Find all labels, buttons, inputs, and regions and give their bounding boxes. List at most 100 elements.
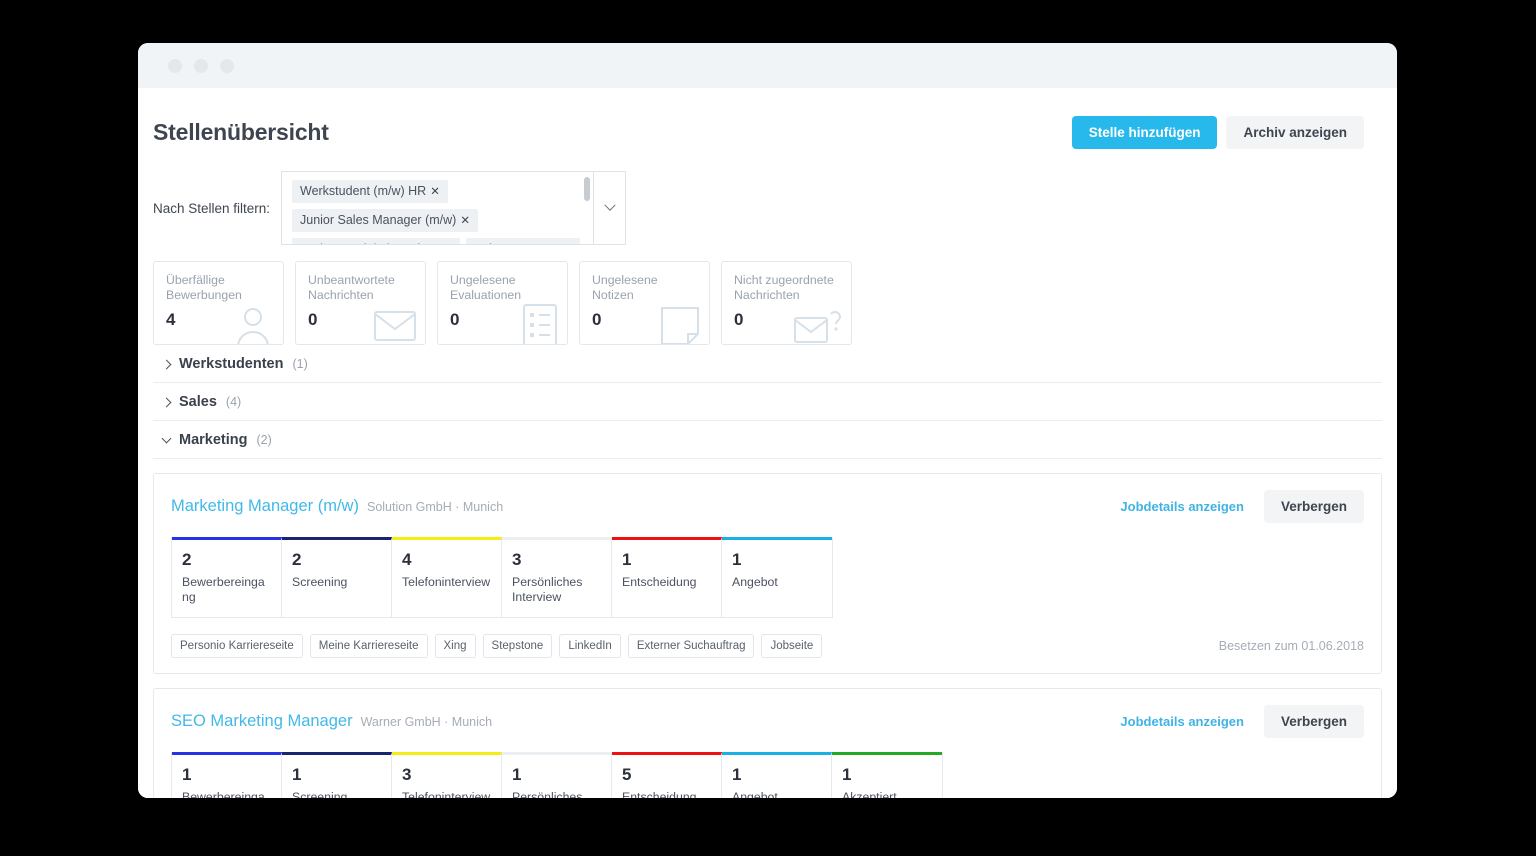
filter-dropdown-toggle[interactable] [594, 171, 626, 245]
job-card: SEO Marketing Manager Warner GmbH · Munic… [153, 688, 1382, 798]
collapse-job-button[interactable]: Verbergen [1263, 705, 1364, 738]
pipeline-stage-name: Akzeptiert [842, 790, 897, 798]
group-header-sales[interactable]: Sales (4) [153, 383, 1382, 421]
job-card: Marketing Manager (m/w) Solution GmbH · M… [153, 473, 1382, 674]
envelope-question-icon [793, 305, 843, 344]
filter-token-container[interactable]: Werkstudent (m/w) HR ✕ Junior Sales Manag… [281, 171, 594, 245]
job-title-link[interactable]: SEO Marketing Manager [171, 712, 353, 731]
stat-card-value: 0 [734, 310, 744, 329]
pipeline-stage[interactable]: 3 Telefoninterview [392, 752, 502, 798]
job-title-wrap: Marketing Manager (m/w) Solution GmbH · M… [171, 497, 503, 516]
pipeline-stage-count: 1 [292, 765, 302, 784]
chevron-right-icon [161, 359, 172, 369]
pipeline-stage-name: Telefoninterview [402, 575, 491, 589]
group-header-marketing[interactable]: Marketing (2) [153, 421, 1382, 459]
filter-scrollbar-thumb[interactable] [584, 177, 590, 201]
pipeline-stage[interactable]: 1 Angebot [722, 752, 832, 798]
pipeline-stage-name: Angebot [732, 575, 778, 589]
stat-card[interactable]: Nicht zugeordnete Nachrichten 0 [721, 261, 852, 345]
pipeline-stage-name: Entscheidung [622, 790, 697, 798]
job-details-link[interactable]: Jobdetails anzeigen [1120, 714, 1244, 729]
filter-token[interactable]: Junior Vertriebsingenieur ✕ [292, 238, 460, 245]
pipeline-stage-count: 4 [402, 550, 412, 569]
pipeline-stage-count: 1 [182, 765, 192, 784]
pipeline-stage-count: 2 [292, 550, 302, 569]
job-company-location: Warner GmbH · Munich [360, 715, 493, 729]
source-tag[interactable]: Stepstone [482, 634, 553, 658]
pipeline-stage[interactable]: 1 Entscheidung [612, 537, 722, 617]
user-icon [231, 303, 275, 344]
close-dot[interactable] [168, 58, 182, 73]
fill-date: Besetzen zum 01.06.2018 [1218, 639, 1364, 653]
filter-control[interactable]: Werkstudent (m/w) HR ✕ Junior Sales Manag… [281, 171, 626, 245]
source-tag[interactable]: Personio Karriereseite [171, 634, 303, 658]
pipeline-stage[interactable]: 3 Persönliches Interview [502, 537, 612, 617]
stat-card-value: 4 [166, 310, 176, 329]
page-title: Stellenübersicht [153, 119, 329, 145]
pipeline-stage-count: 1 [512, 765, 522, 784]
stat-card[interactable]: Überfällige Bewerbungen 4 [153, 261, 284, 345]
remove-token-icon[interactable]: ✕ [460, 215, 470, 227]
stat-card[interactable]: Ungelesene Notizen 0 [579, 261, 710, 345]
group-name: Sales [179, 394, 217, 410]
job-card-footer: Personio Karriereseite Meine Karriereseit… [171, 618, 1364, 673]
stat-card-value: 0 [450, 310, 460, 329]
maximize-dot[interactable] [220, 58, 234, 73]
pipeline-stage-name: Telefoninterview [402, 790, 491, 798]
token-row-clipped: Junior Vertriebsingenieur ✕ Sales Manager… [292, 238, 583, 245]
filter-token-label: Junior Sales Manager (m/w) [300, 213, 457, 227]
remove-token-icon[interactable]: ✕ [430, 186, 440, 198]
group-name: Marketing [179, 432, 248, 448]
pipeline-stage[interactable]: 2 Bewerbereingang [172, 537, 282, 617]
job-group-list: Werkstudenten (1) Sales (4) Marketing (2) Mark… [153, 345, 1382, 798]
source-tag[interactable]: Xing [434, 634, 476, 658]
job-company-location: Solution GmbH · Munich [366, 500, 504, 514]
pipeline-stage[interactable]: 2 Screening [282, 537, 392, 617]
job-title-link[interactable]: Marketing Manager (m/w) [171, 497, 359, 516]
pipeline-stage-count: 1 [622, 550, 632, 569]
remove-token-icon[interactable]: ✕ [442, 244, 452, 245]
token-row: Werkstudent (m/w) HR ✕ [292, 180, 583, 209]
group-header-werkstudenten[interactable]: Werkstudenten (1) [153, 345, 1382, 383]
show-archive-button[interactable]: Archiv anzeigen [1226, 116, 1364, 149]
stat-card[interactable]: Ungelesene Evaluationen 0 [437, 261, 568, 345]
group-count: (1) [292, 357, 308, 371]
filter-label: Nach Stellen filtern: [153, 200, 271, 216]
pipeline-stage-name: Persönliches Interview [512, 575, 583, 604]
filter-token[interactable]: Werkstudent (m/w) HR ✕ [292, 180, 448, 203]
pipeline-stage-count: 3 [512, 550, 522, 569]
chevron-down-icon [603, 199, 616, 211]
source-tag-list: Personio Karriereseite Meine Karriereseit… [171, 634, 823, 658]
pipeline-stage-count: 2 [182, 550, 192, 569]
note-icon [659, 305, 701, 344]
filter-token[interactable]: Junior Sales Manager (m/w) ✕ [292, 209, 478, 232]
filter-token[interactable]: Sales Manager ✕ [465, 238, 580, 245]
source-tag[interactable]: Externer Suchauftrag [627, 634, 755, 658]
pipeline-stage-count: 1 [732, 765, 742, 784]
job-details-link[interactable]: Jobdetails anzeigen [1120, 499, 1244, 514]
stat-card-value: 0 [592, 310, 602, 329]
source-tag[interactable]: Jobseite [761, 634, 823, 658]
source-tag[interactable]: LinkedIn [559, 634, 621, 658]
collapse-job-button[interactable]: Verbergen [1263, 490, 1364, 523]
minimize-dot[interactable] [194, 58, 208, 73]
add-job-button[interactable]: Stelle hinzufügen [1071, 116, 1218, 149]
group-name: Werkstudenten [179, 356, 284, 372]
pipeline-stage-count: 1 [842, 765, 852, 784]
pipeline-stage[interactable]: 1 Akzeptiert [832, 752, 942, 798]
stat-card-label: Nicht zugeordnete Nachrichten [734, 273, 834, 302]
pipeline-stage[interactable]: 1 Bewerbereingang [172, 752, 282, 798]
pipeline-stage-count: 1 [732, 550, 742, 569]
stat-card[interactable]: Unbeantwortete Nachrichten 0 [295, 261, 426, 345]
pipeline-stage[interactable]: 1 Screening [282, 752, 392, 798]
chevron-right-icon [161, 397, 172, 407]
pipeline-stage[interactable]: 5 Entscheidung [612, 752, 722, 798]
group-count: (4) [225, 395, 242, 409]
stat-card-label: Überfällige Bewerbungen [166, 273, 242, 302]
pipeline-stage[interactable]: 1 Angebot [722, 537, 832, 617]
source-tag[interactable]: Meine Karriereseite [309, 634, 428, 658]
pipeline-stage[interactable]: 1 Persönliches Interview [502, 752, 612, 798]
stat-card-label: Ungelesene Notizen [592, 273, 658, 302]
pipeline-stage[interactable]: 4 Telefoninterview [392, 537, 502, 617]
remove-token-icon[interactable]: ✕ [562, 244, 572, 245]
